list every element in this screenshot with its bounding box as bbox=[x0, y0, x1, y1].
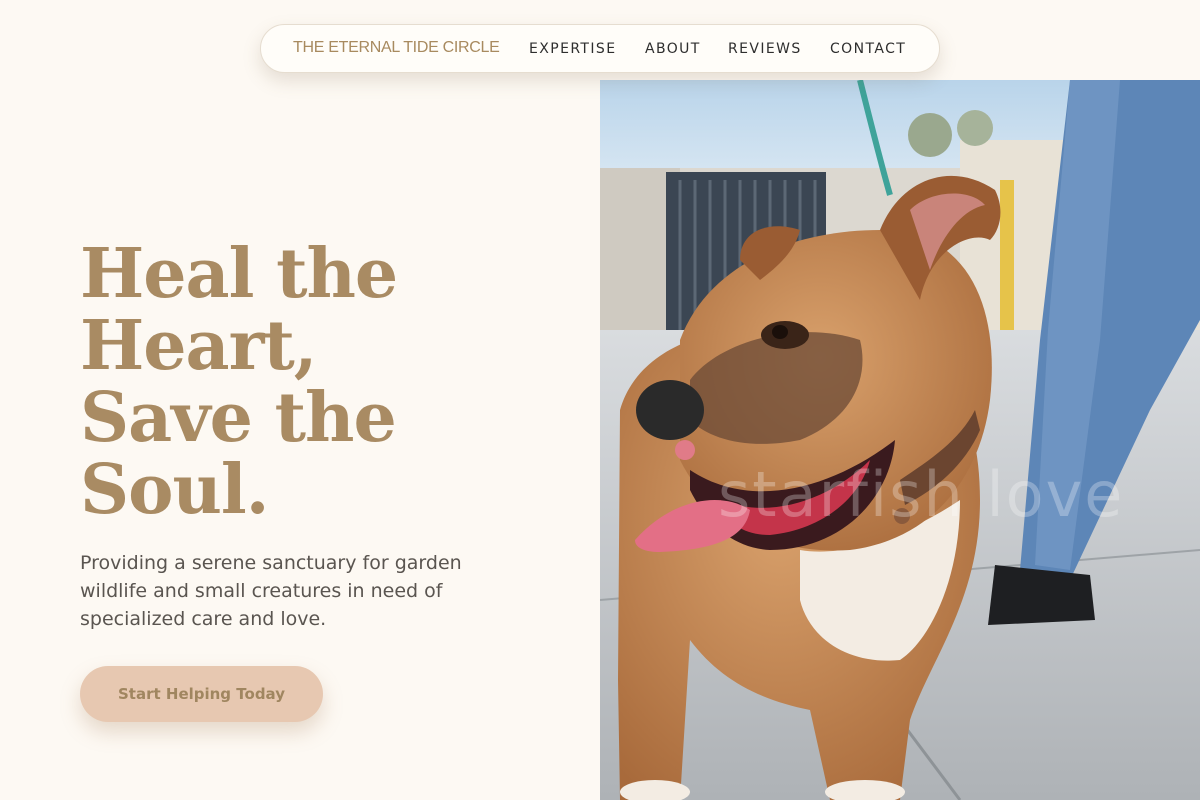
hero-title-line: Soul. bbox=[80, 450, 269, 530]
hero-title-line: Heart, bbox=[80, 306, 317, 386]
hero-photo: starfish love bbox=[600, 80, 1200, 800]
nav-link-contact[interactable]: CONTACT bbox=[830, 41, 906, 57]
hero-title-line: Heal the bbox=[80, 234, 398, 314]
nav-link-expertise[interactable]: EXPERTISE bbox=[529, 41, 616, 57]
hero-subtitle: Providing a serene sanctuary for garden … bbox=[80, 552, 462, 630]
photo-watermark: starfish love bbox=[718, 458, 1125, 531]
nav-link-about[interactable]: ABOUT bbox=[645, 41, 701, 57]
hero-title: Heal the Heart, Save the Soul. bbox=[80, 238, 550, 526]
dog-photo-illustration bbox=[600, 80, 1200, 800]
start-helping-button[interactable]: Start Helping Today bbox=[80, 666, 323, 722]
top-nav: THE ETERNAL TIDE CIRCLE EXPERTISE ABOUT … bbox=[260, 24, 940, 73]
nav-link-reviews[interactable]: REVIEWS bbox=[728, 41, 802, 57]
hero-title-line: Save the bbox=[80, 378, 397, 458]
brand-name[interactable]: THE ETERNAL TIDE CIRCLE bbox=[293, 39, 500, 57]
